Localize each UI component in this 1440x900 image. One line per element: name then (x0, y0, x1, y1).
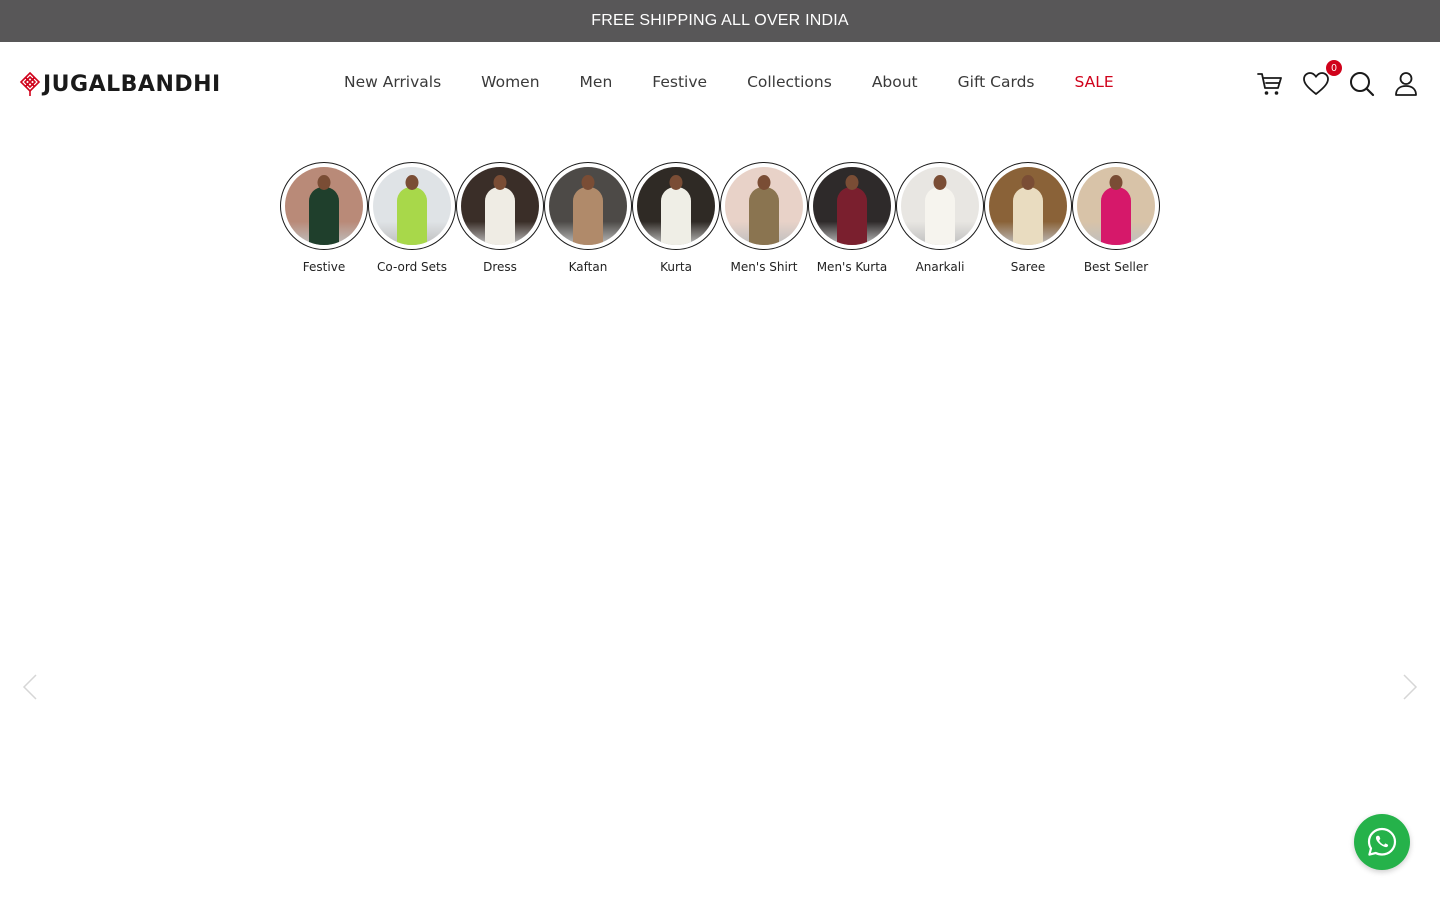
category-label: Best Seller (1083, 260, 1149, 274)
story-ring (896, 162, 984, 250)
category-story-best-seller[interactable]: Best Seller (1072, 162, 1160, 274)
nav-women[interactable]: Women (481, 73, 539, 91)
category-story-kaftan[interactable]: Kaftan (544, 162, 632, 274)
model-outfit (749, 187, 779, 245)
model-outfit (397, 187, 427, 245)
model-head (845, 175, 859, 190)
chevron-left-icon (22, 674, 37, 700)
account-button[interactable] (1392, 70, 1420, 98)
story-ring (720, 162, 808, 250)
user-icon (1395, 72, 1417, 96)
announcement-bar: FREE SHIPPING ALL OVER INDIA (0, 0, 1440, 42)
search-icon (1350, 72, 1375, 97)
brand-logo[interactable]: JUGALBANDHI (19, 70, 221, 98)
model-head (933, 175, 947, 190)
story-ring (368, 162, 456, 250)
category-story-co-ord-sets[interactable]: Co-ord Sets (368, 162, 456, 274)
category-thumbnail (813, 167, 891, 245)
category-label: Kaftan (568, 260, 608, 274)
category-story-men-s-kurta[interactable]: Men's Kurta (808, 162, 896, 274)
model-outfit (1013, 187, 1043, 245)
header-actions: 0 (1256, 60, 1420, 98)
story-ring (1072, 162, 1160, 250)
category-thumbnail (461, 167, 539, 245)
whatsapp-chat-button[interactable] (1354, 814, 1410, 870)
story-ring (456, 162, 544, 250)
category-story-festive[interactable]: Festive (280, 162, 368, 274)
model-head (757, 175, 771, 190)
nav-sale[interactable]: SALE (1074, 73, 1113, 91)
story-ring (984, 162, 1072, 250)
nav-gift-cards[interactable]: Gift Cards (958, 73, 1035, 91)
category-story-kurta[interactable]: Kurta (632, 162, 720, 274)
chevron-right-icon (1403, 674, 1418, 700)
wishlist-count-badge: 0 (1326, 60, 1342, 76)
category-thumbnail (989, 167, 1067, 245)
category-label: Saree (1010, 260, 1046, 274)
model-head (581, 175, 595, 190)
heart-icon (1303, 72, 1329, 95)
category-thumbnail (285, 167, 363, 245)
nav-collections[interactable]: Collections (747, 73, 832, 91)
site-header: JUGALBANDHI New Arrivals Women Men Festi… (0, 42, 1440, 126)
model-head (1109, 175, 1123, 190)
model-outfit (661, 187, 691, 245)
model-outfit (837, 187, 867, 245)
model-outfit (309, 187, 339, 245)
model-head (405, 175, 419, 190)
nav-men[interactable]: Men (580, 73, 613, 91)
category-label: Festive (302, 260, 346, 274)
main-nav: New Arrivals Women Men Festive Collectio… (344, 73, 1114, 91)
model-head (1021, 175, 1035, 190)
story-ring (280, 162, 368, 250)
endless-knot-icon (19, 71, 41, 96)
category-label: Kurta (660, 260, 692, 274)
wishlist-button[interactable]: 0 (1302, 60, 1342, 98)
category-label: Men's Shirt (730, 260, 798, 274)
story-ring (632, 162, 720, 250)
model-outfit (573, 187, 603, 245)
model-head (493, 175, 507, 190)
category-label: Men's Kurta (816, 260, 888, 274)
category-label: Co-ord Sets (377, 260, 447, 274)
nav-festive[interactable]: Festive (652, 73, 707, 91)
search-button[interactable] (1348, 70, 1376, 98)
cart-button[interactable] (1256, 70, 1284, 98)
brand-name: JUGALBANDHI (43, 71, 221, 97)
story-ring (544, 162, 632, 250)
category-thumbnail (725, 167, 803, 245)
category-story-anarkali[interactable]: Anarkali (896, 162, 984, 274)
category-thumbnail (637, 167, 715, 245)
category-thumbnail (373, 167, 451, 245)
carousel-next-button[interactable] (1401, 673, 1419, 701)
model-head (317, 175, 331, 190)
category-thumbnail (901, 167, 979, 245)
model-outfit (925, 187, 955, 245)
category-story-saree[interactable]: Saree (984, 162, 1072, 274)
category-thumbnail (1077, 167, 1155, 245)
category-thumbnail (549, 167, 627, 245)
category-stories: Festive Co-ord Sets Dress Kaftan Kurta Men's … (280, 162, 1160, 274)
nav-new-arrivals[interactable]: New Arrivals (344, 73, 441, 91)
model-outfit (1101, 187, 1131, 245)
category-label: Dress (483, 260, 517, 274)
category-story-dress[interactable]: Dress (456, 162, 544, 274)
cart-icon (1257, 73, 1282, 95)
carousel-prev-button[interactable] (21, 673, 39, 701)
story-ring (808, 162, 896, 250)
model-head (669, 175, 683, 190)
announcement-text: FREE SHIPPING ALL OVER INDIA (591, 12, 849, 29)
category-story-men-s-shirt[interactable]: Men's Shirt (720, 162, 808, 274)
category-label: Anarkali (915, 260, 965, 274)
model-outfit (485, 187, 515, 245)
whatsapp-icon (1367, 827, 1397, 856)
nav-about[interactable]: About (872, 73, 918, 91)
